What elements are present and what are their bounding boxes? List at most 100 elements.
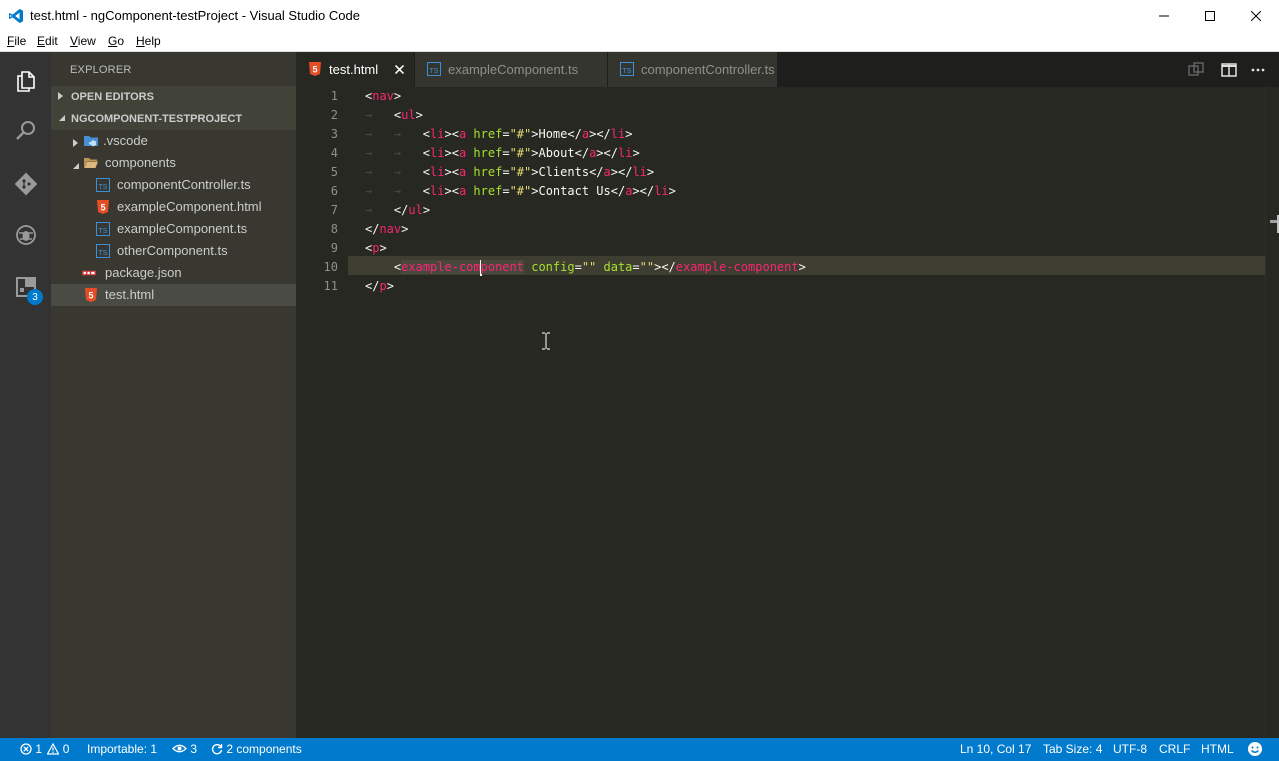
activity-extensions[interactable]: 3 xyxy=(0,262,51,312)
token-whitespace: → → xyxy=(365,146,423,160)
code-line: </p> xyxy=(365,277,394,296)
menu-help-label: elp xyxy=(144,34,161,48)
activity-search[interactable] xyxy=(0,106,51,156)
tab-label: componentController.ts xyxy=(641,62,775,77)
importable-status[interactable]: Importable: 1 xyxy=(87,742,157,756)
tree-file-package-json[interactable]: package.json xyxy=(51,262,296,284)
project-section[interactable]: NGCOMPONENT-TESTPROJECT xyxy=(51,108,296,130)
token-tag: li xyxy=(430,127,445,141)
tree-folder-vscode[interactable]: .vscode xyxy=(51,130,296,152)
tree-folder-components[interactable]: components xyxy=(51,152,296,174)
tab-test-html[interactable]: 5 test.html xyxy=(296,52,414,87)
token-tag: li xyxy=(430,146,445,160)
menu-bar: File Edit View Go Help xyxy=(0,31,1279,52)
tree-label: components xyxy=(105,155,176,170)
token-tag: nav xyxy=(379,222,402,236)
token-text: Clients xyxy=(538,165,590,179)
token-string: "#" xyxy=(509,184,532,198)
token-punct: > xyxy=(632,146,640,160)
token-attr: config xyxy=(531,260,575,274)
activity-explorer[interactable] xyxy=(0,56,51,106)
references-status[interactable]: 3 xyxy=(172,742,197,756)
code-line: → → <li><a href="#">Home</a></li> xyxy=(365,125,632,144)
token-punct: < xyxy=(422,184,431,198)
token-text: Contact Us xyxy=(538,184,611,198)
line-number: 9 xyxy=(330,241,338,255)
open-editors-label: OPEN EDITORS xyxy=(71,91,154,103)
feedback-smiley-icon[interactable] xyxy=(1247,741,1263,760)
token-punct: = xyxy=(502,184,510,198)
token-punct: > xyxy=(632,184,640,198)
vscode-folder-icon xyxy=(84,136,98,147)
activity-debug[interactable] xyxy=(0,210,51,260)
tree-file-exampleComponent-ts[interactable]: TS exampleComponent.ts xyxy=(51,218,296,240)
explorer-icon xyxy=(16,71,35,92)
open-changes-icon[interactable] xyxy=(1187,61,1205,79)
tab-componentController-ts[interactable]: TS componentController.ts xyxy=(608,52,777,87)
vertical-scrollbar[interactable] xyxy=(1265,87,1279,738)
components-status[interactable]: 2 components xyxy=(211,742,302,756)
token-punct: > xyxy=(422,203,431,217)
language-status[interactable]: HTML xyxy=(1201,742,1234,756)
tree-label: componentController.ts xyxy=(117,177,251,192)
open-editors-section[interactable]: OPEN EDITORS xyxy=(51,86,296,108)
tab-size-status[interactable]: Tab Size: 4 xyxy=(1043,742,1102,756)
maximize-button[interactable] xyxy=(1187,0,1233,31)
sidebar-title: EXPLORER xyxy=(70,64,132,76)
menu-help[interactable]: Help xyxy=(136,34,161,48)
token-punct: < xyxy=(451,165,459,179)
problems-status[interactable]: 1 0 xyxy=(20,742,69,756)
tree-label: test.html xyxy=(105,287,155,302)
mouse-ibeam-cursor xyxy=(541,332,551,354)
menu-go[interactable]: Go xyxy=(108,34,124,48)
token-punct: > xyxy=(625,127,633,141)
token-punct: </ xyxy=(603,146,618,160)
token-punct: < xyxy=(422,146,431,160)
encoding-status[interactable]: UTF-8 xyxy=(1113,742,1147,756)
token-punct: ></ xyxy=(654,260,676,274)
menu-help-mnemonic: H xyxy=(136,34,145,48)
more-actions-icon[interactable] xyxy=(1249,61,1267,79)
token-tag: example-com xyxy=(401,260,481,274)
search-icon xyxy=(15,121,35,140)
activity-git[interactable] xyxy=(0,159,51,209)
menu-view[interactable]: View xyxy=(70,34,96,48)
debug-icon xyxy=(15,225,36,245)
cursor-position-status[interactable]: Ln 10, Col 17 xyxy=(960,742,1031,756)
token-tag: li xyxy=(654,184,669,198)
eol-status[interactable]: CRLF xyxy=(1159,742,1190,756)
code-line: <p> xyxy=(365,239,387,258)
status-bar: 1 0 Importable: 1 3 2 components Ln 10, … xyxy=(0,738,1279,761)
split-editor-icon[interactable] xyxy=(1220,61,1238,79)
project-label: NGCOMPONENT-TESTPROJECT xyxy=(71,113,243,125)
close-window-button[interactable] xyxy=(1233,0,1279,31)
menu-file[interactable]: File xyxy=(7,34,26,48)
minimize-button[interactable] xyxy=(1141,0,1187,31)
chevron-right-icon xyxy=(73,136,79,151)
tree-file-otherComponent[interactable]: TS otherComponent.ts xyxy=(51,240,296,262)
token-punct: > xyxy=(798,260,806,274)
token-attr: href xyxy=(473,165,503,179)
token-punct: = xyxy=(632,260,640,274)
token-punct: > xyxy=(444,146,452,160)
token-tag: ponent xyxy=(480,260,524,274)
close-tab-icon[interactable] xyxy=(394,61,405,77)
tree-file-test-html[interactable]: 5 test.html xyxy=(51,284,296,306)
tab-exampleComponent-ts[interactable]: TS exampleComponent.ts xyxy=(415,52,607,87)
tree-file-componentController[interactable]: TS componentController.ts xyxy=(51,174,296,196)
tree-label: package.json xyxy=(105,265,182,280)
token-punct: > xyxy=(610,165,618,179)
line-number: 8 xyxy=(330,222,338,236)
token-attr: href xyxy=(473,127,503,141)
svg-text:TS: TS xyxy=(623,68,632,75)
tree-file-exampleComponent-html[interactable]: 5 exampleComponent.html xyxy=(51,196,296,218)
token-punct: > xyxy=(415,108,423,122)
line-number: 5 xyxy=(330,165,338,179)
token-text: About xyxy=(538,146,575,160)
token-whitespace: → → xyxy=(365,184,423,198)
error-count: 1 xyxy=(35,742,43,756)
token-punct: = xyxy=(502,146,510,160)
token-tag: li xyxy=(610,127,626,141)
menu-edit[interactable]: Edit xyxy=(37,34,58,48)
